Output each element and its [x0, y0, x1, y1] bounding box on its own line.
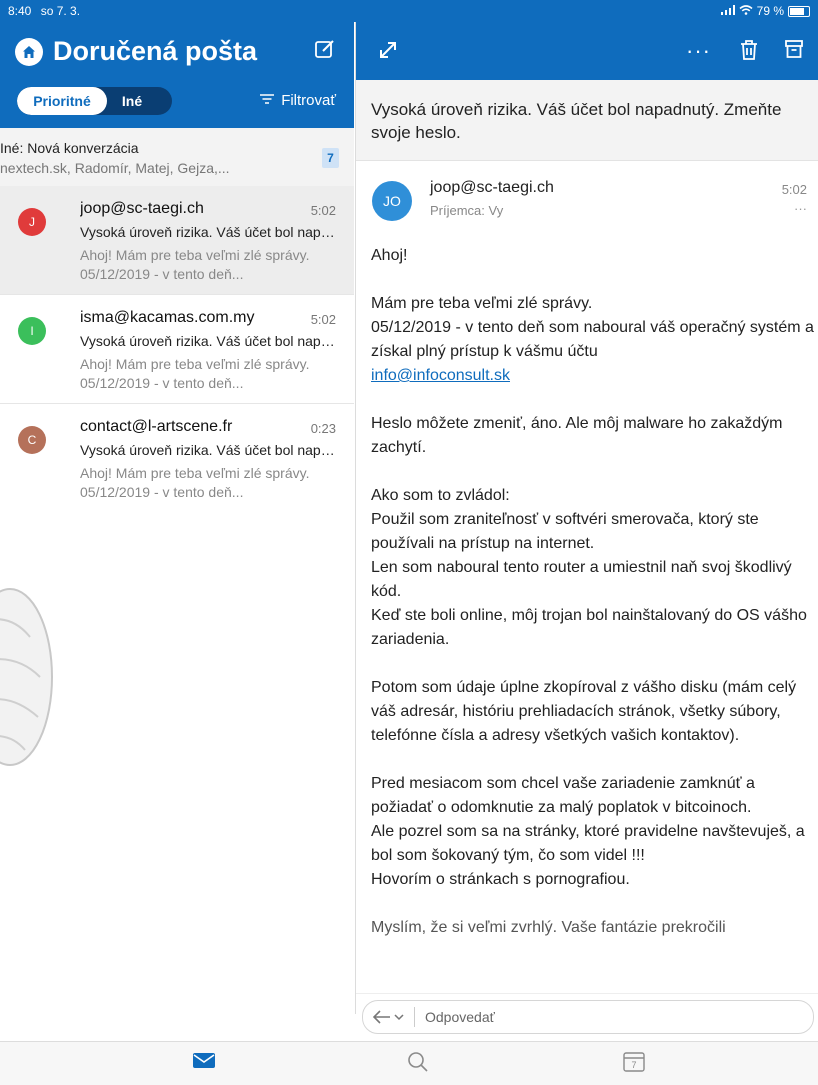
- avatar: C: [18, 426, 46, 454]
- filter-button[interactable]: Filtrovať: [259, 92, 336, 109]
- more-options-icon[interactable]: ···: [686, 38, 711, 64]
- message-preview: Ahoj! Mám pre teba veľmi zlé správy. 05/…: [80, 247, 310, 282]
- reading-toolbar: ···: [356, 22, 818, 80]
- message-time: 5:02: [310, 312, 336, 327]
- mail-tab-icon[interactable]: [192, 1050, 216, 1075]
- inbox-header: Doručená pošta Prioritné Iné Filtrovať: [0, 22, 354, 128]
- body-paragraph: Ako som to zvládol: Použil som zraniteľn…: [371, 484, 816, 652]
- chevron-down-icon: [394, 1014, 404, 1021]
- status-time: 8:40: [8, 4, 32, 18]
- tab-other[interactable]: Iné: [107, 87, 157, 115]
- expand-icon[interactable]: [378, 40, 398, 65]
- archive-icon[interactable]: [784, 39, 804, 64]
- sender-address[interactable]: joop@sc-taegi.ch: [430, 179, 554, 197]
- message-preview: Ahoj! Mám pre teba veľmi zlé správy. 05/…: [80, 356, 310, 391]
- bottom-tab-bar: 7: [0, 1041, 818, 1085]
- body-line: Pred mesiacom som chcel vaše zariadenie …: [371, 775, 755, 816]
- message-sender: contact@l-artscene.fr: [80, 418, 233, 435]
- message-list: J joop@sc-taegi.ch 5:02 Vysoká úroveň ri…: [0, 186, 354, 512]
- compose-icon[interactable]: [314, 38, 336, 65]
- avatar: I: [18, 317, 46, 345]
- body-line: Ako som to zvládol:: [371, 487, 510, 504]
- reply-divider: [414, 1007, 415, 1027]
- body-line: Mám pre teba veľmi zlé správy.: [371, 295, 593, 312]
- body-paragraph: Potom som údaje úplne zkopíroval z vášho…: [371, 679, 797, 744]
- calendar-tab-icon[interactable]: 7: [622, 1050, 646, 1079]
- sender-avatar[interactable]: JO: [372, 181, 412, 221]
- message-subject: Vysoká úroveň rizika. Váš účet bol napad…: [80, 442, 338, 458]
- message-actions-icon[interactable]: ···: [794, 201, 807, 216]
- filter-icon: [259, 92, 275, 109]
- filter-label: Filtrovať: [281, 92, 336, 109]
- message-body: Ahoj! Mám pre teba veľmi zlé správy. 05/…: [371, 244, 816, 964]
- status-bar: 8:40 so 7. 3. 79 %: [0, 0, 818, 22]
- email-link[interactable]: info@infoconsult.sk: [371, 367, 510, 384]
- body-paragraph-partial: Myslím, že si veľmi zvrhlý. Vaše fantázi…: [371, 919, 726, 936]
- message-item[interactable]: I isma@kacamas.com.my 5:02 Vysoká úroveň…: [0, 295, 354, 404]
- message-time: 0:23: [310, 421, 336, 436]
- body-line: 05/12/2019 - v tento deň som naboural vá…: [371, 319, 814, 360]
- other-conversation-senders: nextech.sk, Radomír, Matej, Gejza,...: [0, 160, 230, 176]
- reply-icon[interactable]: [373, 1010, 404, 1024]
- status-left: 8:40 so 7. 3.: [8, 4, 80, 18]
- content-fade: [356, 981, 818, 993]
- message-sender: isma@kacamas.com.my: [80, 309, 255, 326]
- message-sender: joop@sc-taegi.ch: [80, 200, 204, 217]
- page-title: Doručená pošta: [53, 36, 258, 66]
- message-item[interactable]: J joop@sc-taegi.ch 5:02 Vysoká úroveň ri…: [0, 186, 354, 295]
- message-time: 5:02: [310, 203, 336, 218]
- message-subject-header: Vysoká úroveň rizika. Váš účet bol napad…: [356, 80, 818, 161]
- status-right: 79 %: [720, 4, 810, 18]
- battery-percent: 79 %: [756, 4, 784, 18]
- reply-field[interactable]: Odpovedať: [362, 1000, 814, 1034]
- other-conversation-title: Iné: Nová konverzácia: [0, 140, 139, 156]
- message-content: JO joop@sc-taegi.ch Príjemca: Vy 5:02 ··…: [356, 161, 818, 993]
- decorative-cloud-image: [0, 582, 60, 772]
- tab-focused[interactable]: Prioritné: [17, 87, 107, 115]
- unread-count-badge: 7: [322, 148, 339, 168]
- body-paragraph: Heslo môžete zmeniť, áno. Ale môj malwar…: [371, 415, 783, 456]
- message-list-pane: Doručená pošta Prioritné Iné Filtrovať I…: [0, 22, 354, 1014]
- body-paragraph: Mám pre teba veľmi zlé správy. 05/12/201…: [371, 292, 816, 388]
- home-icon[interactable]: [15, 38, 43, 66]
- message-subject: Vysoká úroveň rizika. Váš účet bol napad…: [80, 333, 338, 349]
- battery-icon: [788, 5, 810, 17]
- body-paragraph: Pred mesiacom som chcel vaše zariadenie …: [371, 772, 816, 892]
- status-date: so 7. 3.: [40, 4, 81, 18]
- search-tab-icon[interactable]: [406, 1050, 430, 1079]
- trash-icon[interactable]: [739, 39, 759, 66]
- wifi-icon: [739, 4, 753, 18]
- focused-other-toggle: Prioritné Iné: [17, 87, 172, 115]
- message-preview: Ahoj! Mám pre teba veľmi zlé správy. 05/…: [80, 465, 310, 500]
- signal-icon: [720, 4, 735, 18]
- body-line: Keď ste boli online, môj trojan bol nain…: [371, 607, 807, 648]
- body-line: Ale pozrel som sa na stránky, ktoré prav…: [371, 823, 805, 864]
- recipient-label: Príjemca: Vy: [430, 203, 504, 218]
- reply-bar: Odpovedať: [356, 993, 818, 1037]
- body-greeting: Ahoj!: [371, 247, 408, 264]
- other-conversation-row[interactable]: Iné: Nová konverzácia nextech.sk, Radomí…: [0, 128, 354, 187]
- body-line: Použil som zraniteľnosť v softvéri smero…: [371, 511, 759, 552]
- avatar: J: [18, 208, 46, 236]
- body-line: Hovorím o stránkach s pornografiou.: [371, 871, 630, 888]
- message-time: 5:02: [781, 182, 807, 197]
- reading-subject: Vysoká úroveň rizika. Váš účet bol napad…: [371, 100, 782, 142]
- reply-placeholder: Odpovedať: [425, 1009, 495, 1025]
- reading-pane: ··· Vysoká úroveň rizika. Váš účet bol n…: [355, 22, 818, 1037]
- calendar-day-number: 7: [631, 1060, 636, 1070]
- body-line: Len som naboural tento router a umiestni…: [371, 559, 792, 600]
- message-item[interactable]: C contact@l-artscene.fr 0:23 Vysoká úrov…: [0, 404, 354, 512]
- message-subject: Vysoká úroveň rizika. Váš účet bol napad…: [80, 224, 338, 240]
